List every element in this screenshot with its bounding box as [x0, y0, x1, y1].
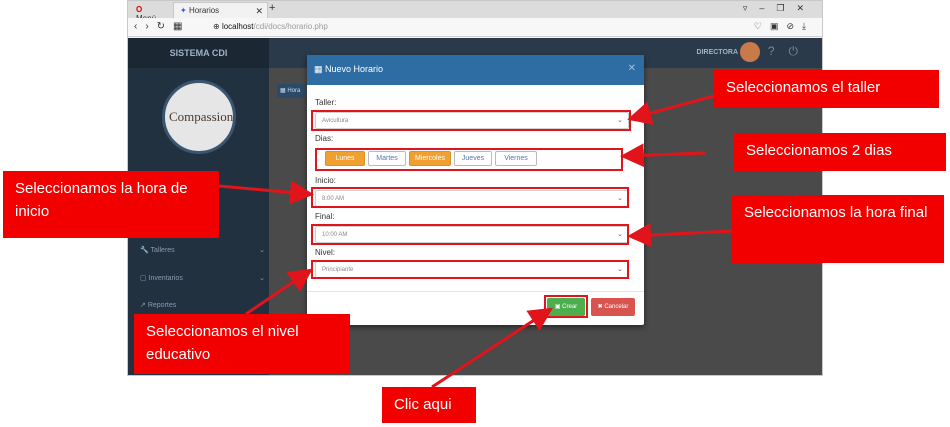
callout-nivel: Seleccionamos el nivel educativo — [134, 314, 350, 374]
callout-taller: Seleccionamos el taller — [714, 70, 939, 108]
arrow-taller — [627, 94, 715, 125]
callout-clic: Clic aqui — [382, 387, 476, 423]
callout-final: Seleccionamos la hora final — [732, 195, 944, 263]
arrow-crear — [431, 307, 554, 389]
arrow-dias — [620, 143, 706, 168]
arrow-nivel — [245, 268, 313, 316]
arrow-final — [627, 223, 733, 248]
arrow-inicio — [218, 180, 314, 205]
callout-dias: Seleccionamos 2 dias — [734, 133, 946, 171]
callout-inicio: Seleccionamos la hora de inicio — [3, 171, 219, 238]
